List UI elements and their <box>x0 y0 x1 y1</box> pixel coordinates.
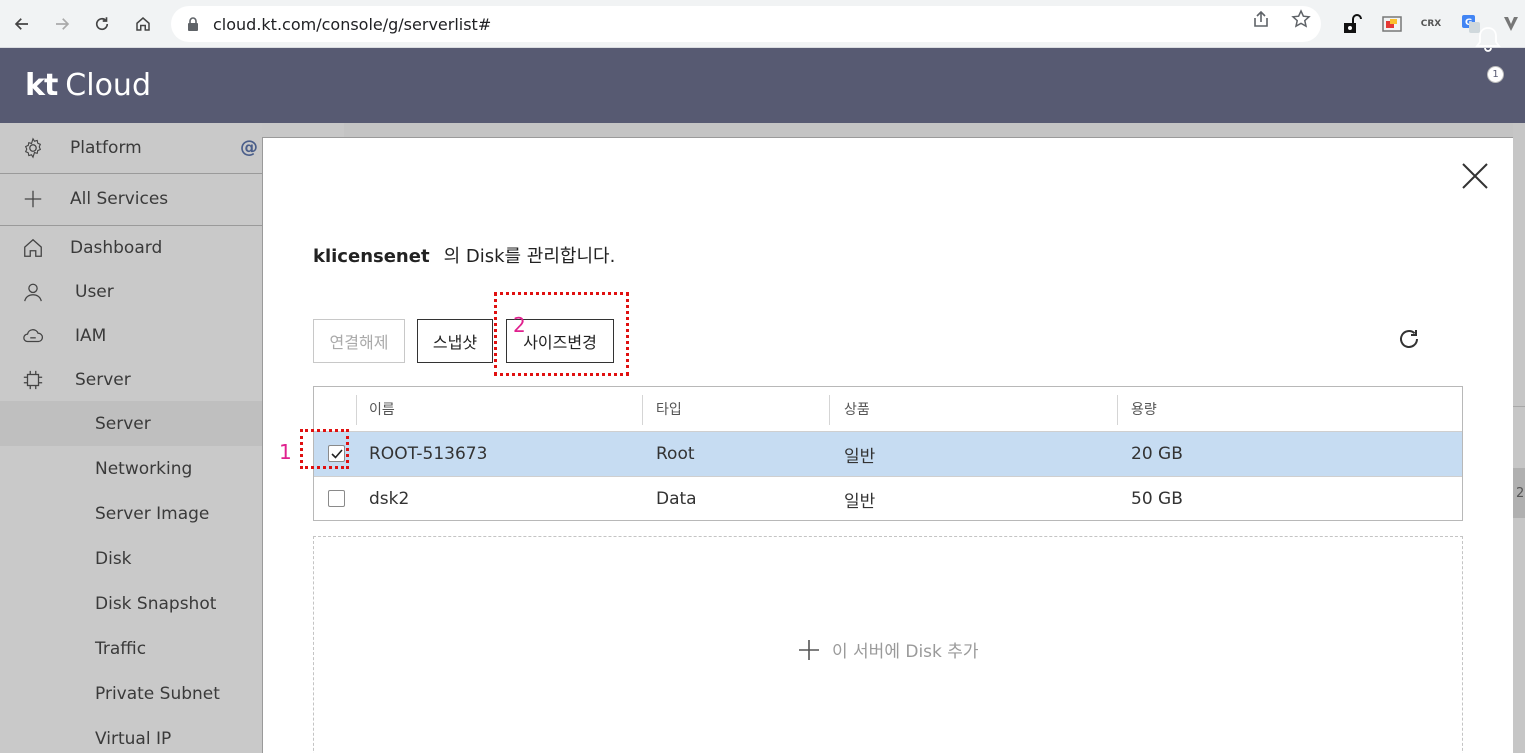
cell-name: ROOT-513673 <box>369 444 488 464</box>
reload-icon[interactable] <box>90 12 114 36</box>
add-disk-label: 이 서버에 Disk 추가 <box>832 642 979 662</box>
cell-size: 20 GB <box>1131 444 1183 464</box>
annotation-box-1 <box>300 429 349 469</box>
sidebar-item-label: Server <box>75 370 131 390</box>
home-icon[interactable] <box>131 12 155 36</box>
plus-icon <box>799 639 819 660</box>
back-arrow-icon[interactable] <box>10 12 34 36</box>
kt-cloud-logo[interactable]: kt Cloud <box>25 68 151 103</box>
cloud-icon <box>21 324 45 348</box>
disconnect-button[interactable]: 연결해제 <box>313 319 405 363</box>
sidebar-item-user[interactable]: User <box>0 270 262 314</box>
extension-v-icon[interactable] <box>1500 13 1522 35</box>
extension-crx-icon[interactable]: CRX <box>1420 13 1442 35</box>
user-icon <box>21 280 45 304</box>
disk-management-modal: klicensenet 의 Disk를 관리합니다. 연결해제 스냅샷 사이즈변경… <box>262 137 1513 753</box>
disk-table: 이름 타입 상품 용량 ROOT-513673 Root 일반 20 GB ds… <box>313 386 1463 521</box>
sidebar-item-platform[interactable]: Platform @ <box>0 123 262 173</box>
browser-toolbar: cloud.kt.com/console/g/serverlist# CRX G <box>0 0 1525 48</box>
lock-icon <box>188 17 198 31</box>
title-suffix: 의 Disk를 관리합니다. <box>443 246 616 267</box>
add-disk-button[interactable]: 이 서버에 Disk 추가 <box>798 637 979 662</box>
table-header-row: 이름 타입 상품 용량 <box>314 387 1462 432</box>
sidebar-sub-item-private-subnet[interactable]: Private Subnet <box>0 671 262 716</box>
logo-kt: kt <box>25 68 58 103</box>
cell-product: 일반 <box>844 491 876 512</box>
modal-title: klicensenet 의 Disk를 관리합니다. <box>313 242 615 268</box>
refresh-icon[interactable] <box>1397 327 1421 351</box>
sidebar-item-server[interactable]: Server <box>0 358 262 402</box>
close-icon[interactable] <box>1461 162 1489 190</box>
sidebar-item-label: Dashboard <box>70 238 163 258</box>
sidebar-sub-item-traffic[interactable]: Traffic <box>0 626 262 671</box>
extension-lock-icon[interactable] <box>1341 13 1363 35</box>
home-icon <box>21 236 45 260</box>
sidebar-item-all-services[interactable]: All Services <box>0 174 262 224</box>
address-bar[interactable]: cloud.kt.com/console/g/serverlist# <box>171 6 1321 42</box>
logo-cloud: Cloud <box>65 68 151 103</box>
notification-badge: 1 <box>1487 66 1504 83</box>
sidebar-item-label: All Services <box>70 189 169 209</box>
server-name: klicensenet <box>313 246 430 267</box>
sidebar-item-label: Platform <box>70 138 142 158</box>
column-header-size[interactable]: 용량 <box>1131 387 1157 431</box>
cell-product: 일반 <box>844 446 876 467</box>
column-header-name[interactable]: 이름 <box>369 387 395 431</box>
platform-suffix: @ <box>240 137 258 158</box>
cell-name: dsk2 <box>369 489 410 509</box>
forward-arrow-icon[interactable] <box>50 12 74 36</box>
sidebar-sub-item-server[interactable]: Server <box>0 401 262 446</box>
sidebar-item-iam[interactable]: IAM <box>0 314 262 358</box>
column-header-type[interactable]: 타입 <box>656 387 682 431</box>
sidebar-sub-item-disk-snapshot[interactable]: Disk Snapshot <box>0 581 262 626</box>
sidebar-item-dashboard[interactable]: Dashboard <box>0 226 262 270</box>
sidebar-item-label: IAM <box>75 326 107 346</box>
star-bookmark-icon[interactable] <box>1291 9 1311 29</box>
extension-screen-icon[interactable] <box>1381 13 1403 35</box>
table-row[interactable]: ROOT-513673 Root 일반 20 GB <box>314 432 1462 477</box>
share-icon[interactable] <box>1251 9 1271 29</box>
sidebar-sub-item-server-image[interactable]: Server Image <box>0 491 262 536</box>
sidebar: Platform @ All Services Dashboard User I… <box>0 123 262 753</box>
background-pagination-item: 2 <box>1513 468 1525 518</box>
url-text: cloud.kt.com/console/g/serverlist# <box>213 14 492 34</box>
snapshot-button[interactable]: 스냅샷 <box>417 319 493 363</box>
app-header: kt Cloud <box>0 48 1525 123</box>
sidebar-sub-item-networking[interactable]: Networking <box>0 446 262 491</box>
table-row[interactable]: dsk2 Data 일반 50 GB <box>314 477 1462 522</box>
page-overlay-top <box>344 123 1525 137</box>
column-header-product[interactable]: 상품 <box>844 387 870 431</box>
row-checkbox[interactable] <box>328 490 345 507</box>
cell-size: 50 GB <box>1131 489 1183 509</box>
sidebar-sub-item-virtual-ip[interactable]: Virtual IP <box>0 716 262 753</box>
sidebar-item-label: User <box>75 282 114 302</box>
cell-type: Data <box>656 489 697 509</box>
chip-icon <box>21 368 45 392</box>
annotation-number-2: 2 <box>513 313 526 337</box>
add-disk-area[interactable]: 이 서버에 Disk 추가 <box>313 536 1463 753</box>
cell-type: Root <box>656 444 695 464</box>
gear-icon <box>21 136 45 160</box>
sidebar-sub-item-disk[interactable]: Disk <box>0 536 262 581</box>
background-content-strip: 2 <box>1513 123 1525 753</box>
plus-icon <box>21 187 45 211</box>
annotation-number-1: 1 <box>279 440 292 464</box>
bell-icon[interactable] <box>1473 24 1503 54</box>
